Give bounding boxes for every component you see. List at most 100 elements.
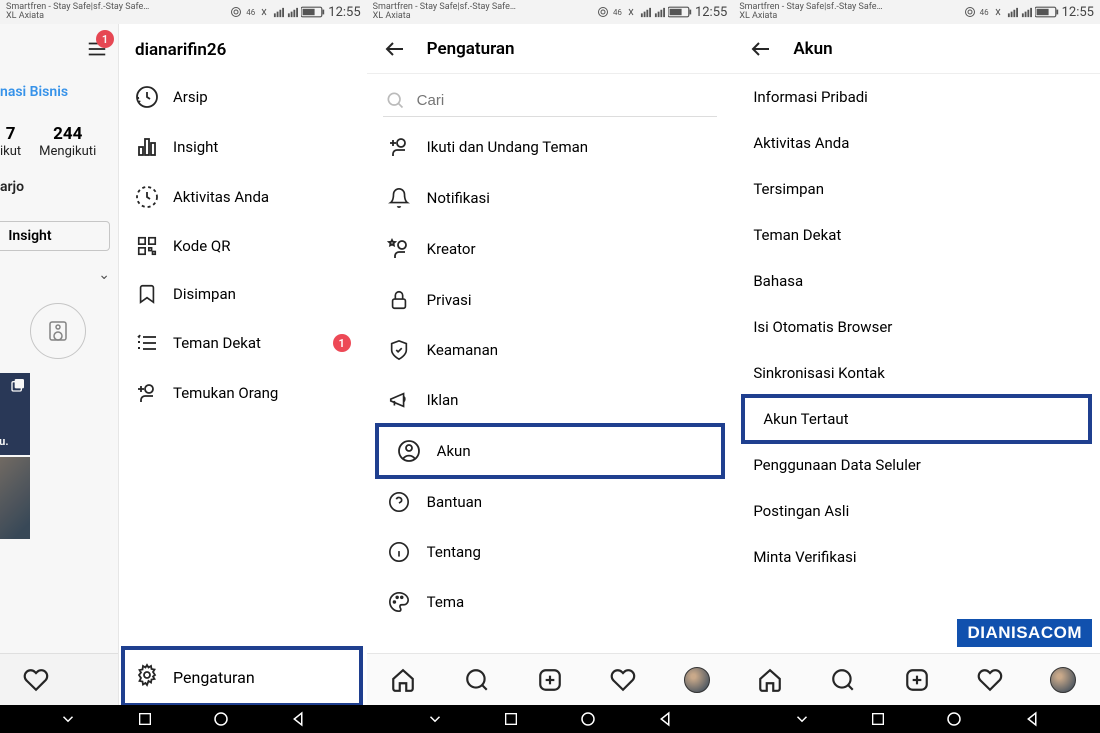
drawer-item-close-friends[interactable]: Teman Dekat 1 xyxy=(119,318,367,368)
drawer-item-archive[interactable]: Arsip xyxy=(119,72,367,122)
nav-expand-icon[interactable] xyxy=(59,710,77,728)
home-icon[interactable] xyxy=(390,667,416,693)
close-friends-badge: 1 xyxy=(333,334,351,352)
nav-home-icon[interactable] xyxy=(945,710,963,728)
screen-account: Smartfren - Stay Safe|sf.-Stay Safe… XL … xyxy=(733,0,1100,705)
story-highlight-add[interactable] xyxy=(30,303,86,359)
discover-people-icon xyxy=(135,381,159,405)
drawer-item-saved[interactable]: Disimpan xyxy=(119,270,367,318)
settings-item-creator[interactable]: Kreator xyxy=(367,223,734,275)
business-link[interactable]: nasi Bisnis xyxy=(0,74,118,110)
settings-item-notifications[interactable]: Notifikasi xyxy=(367,173,734,223)
account-item-close-friends[interactable]: Teman Dekat xyxy=(733,212,1100,258)
nav-recents-icon[interactable] xyxy=(137,711,153,727)
status-icons: 46 12:55 xyxy=(229,5,360,20)
account-item-browser-autofill[interactable]: Isi Otomatis Browser xyxy=(733,304,1100,350)
settings-title: Pengaturan xyxy=(427,39,515,59)
story-thumbnail-2[interactable] xyxy=(0,457,30,539)
settings-item-ads[interactable]: Iklan xyxy=(367,375,734,425)
stat-following[interactable]: 244 Mengikuti xyxy=(39,124,96,159)
account-item-your-activity[interactable]: Aktivitas Anda xyxy=(733,120,1100,166)
back-icon[interactable] xyxy=(749,37,773,61)
account-item-contacts-sync[interactable]: Sinkronisasi Kontak xyxy=(733,350,1100,396)
search-input[interactable] xyxy=(417,92,716,109)
nav-back-icon[interactable] xyxy=(289,710,307,728)
status-text-2: XL Axiata xyxy=(6,12,149,21)
heart-icon[interactable] xyxy=(610,667,636,693)
bottom-nav xyxy=(367,653,734,705)
bottom-nav-partial xyxy=(0,653,118,705)
archive-icon xyxy=(135,85,159,109)
back-icon[interactable] xyxy=(383,37,407,61)
bookmark-icon xyxy=(135,283,159,305)
drawer-item-settings[interactable]: Pengaturan xyxy=(125,650,359,703)
multi-image-icon xyxy=(10,377,26,397)
status-time: 12:55 xyxy=(328,5,360,20)
drawer-label: Insight xyxy=(173,138,218,156)
heart-icon[interactable] xyxy=(23,667,49,693)
side-drawer: dianarifin26 Arsip Insight Aktivitas And… xyxy=(118,24,367,705)
add-post-icon[interactable] xyxy=(904,667,930,693)
palette-icon xyxy=(387,591,411,613)
nav-back-icon[interactable] xyxy=(1023,710,1041,728)
drawer-item-discover[interactable]: Temukan Orang xyxy=(119,368,367,418)
settings-item-privacy[interactable]: Privasi xyxy=(367,275,734,325)
star-person-icon xyxy=(387,237,411,261)
home-icon[interactable] xyxy=(757,667,783,693)
drawer-username[interactable]: dianarifin26 xyxy=(119,24,367,72)
settings-header: Pengaturan xyxy=(367,24,734,74)
settings-item-invite[interactable]: Ikuti dan Undang Teman xyxy=(367,121,734,173)
drawer-label: Temukan Orang xyxy=(173,384,278,402)
account-item-request-verification[interactable]: Minta Verifikasi xyxy=(733,534,1100,580)
drawer-item-insight[interactable]: Insight xyxy=(119,122,367,172)
story-thumbnail-1[interactable]: Sepinya kampusku. xyxy=(0,373,30,455)
account-item-language[interactable]: Bahasa xyxy=(733,258,1100,304)
close-friends-icon xyxy=(135,331,159,355)
chevron-down-icon[interactable]: ⌄ xyxy=(0,261,118,289)
heart-icon[interactable] xyxy=(977,667,1003,693)
nav-expand-icon[interactable] xyxy=(793,710,811,728)
add-post-icon[interactable] xyxy=(537,667,563,693)
insight-button[interactable]: Insight xyxy=(0,221,110,251)
add-person-icon xyxy=(387,135,411,159)
drawer-label: Kode QR xyxy=(173,237,230,255)
drawer-item-qr[interactable]: Kode QR xyxy=(119,222,367,270)
search-tab-icon[interactable] xyxy=(464,667,490,693)
screen-settings: Smartfren - Stay Safe|sf.-Stay Safe… XL … xyxy=(367,0,734,705)
drawer-label: Disimpan xyxy=(173,285,236,303)
nav-back-icon[interactable] xyxy=(656,710,674,728)
settings-item-account[interactable]: Akun xyxy=(377,425,724,477)
account-item-cellular-data[interactable]: Penggunaan Data Seluler xyxy=(733,442,1100,488)
search-field[interactable] xyxy=(383,84,718,117)
bottom-nav xyxy=(733,653,1100,705)
gear-icon xyxy=(135,663,159,691)
settings-item-theme[interactable]: Tema xyxy=(367,577,734,627)
drawer-label: Arsip xyxy=(173,88,208,106)
profile-partial-column: 1 nasi Bisnis 7 ikut 244 Mengikuti arjo … xyxy=(0,24,118,705)
drawer-label: Teman Dekat xyxy=(173,334,261,352)
help-icon xyxy=(387,491,411,513)
settings-label: Pengaturan xyxy=(173,668,255,687)
stat-followers[interactable]: 7 ikut xyxy=(0,124,21,159)
settings-item-security[interactable]: Keamanan xyxy=(367,325,734,375)
nav-expand-icon[interactable] xyxy=(426,710,444,728)
qr-icon xyxy=(135,235,159,257)
account-item-linked-accounts[interactable]: Akun Tertaut xyxy=(743,396,1090,442)
search-tab-icon[interactable] xyxy=(830,667,856,693)
profile-tab-icon[interactable] xyxy=(1050,667,1076,693)
nav-home-icon[interactable] xyxy=(212,710,230,728)
screen-profile-drawer: Smartfren - Stay Safe|sf.-Stay Safe… XL … xyxy=(0,0,367,705)
account-item-personal-info[interactable]: Informasi Pribadi xyxy=(733,74,1100,120)
android-nav-bar xyxy=(0,705,1100,733)
search-icon xyxy=(385,90,405,110)
nav-recents-icon[interactable] xyxy=(870,711,886,727)
nav-recents-icon[interactable] xyxy=(503,711,519,727)
drawer-label: Aktivitas Anda xyxy=(173,188,269,206)
account-item-saved[interactable]: Tersimpan xyxy=(733,166,1100,212)
profile-tab-icon[interactable] xyxy=(684,667,710,693)
settings-item-about[interactable]: Tentang xyxy=(367,527,734,577)
nav-home-icon[interactable] xyxy=(579,710,597,728)
settings-item-help[interactable]: Bantuan xyxy=(367,477,734,527)
drawer-item-activity[interactable]: Aktivitas Anda xyxy=(119,172,367,222)
account-item-original-posts[interactable]: Postingan Asli xyxy=(733,488,1100,534)
